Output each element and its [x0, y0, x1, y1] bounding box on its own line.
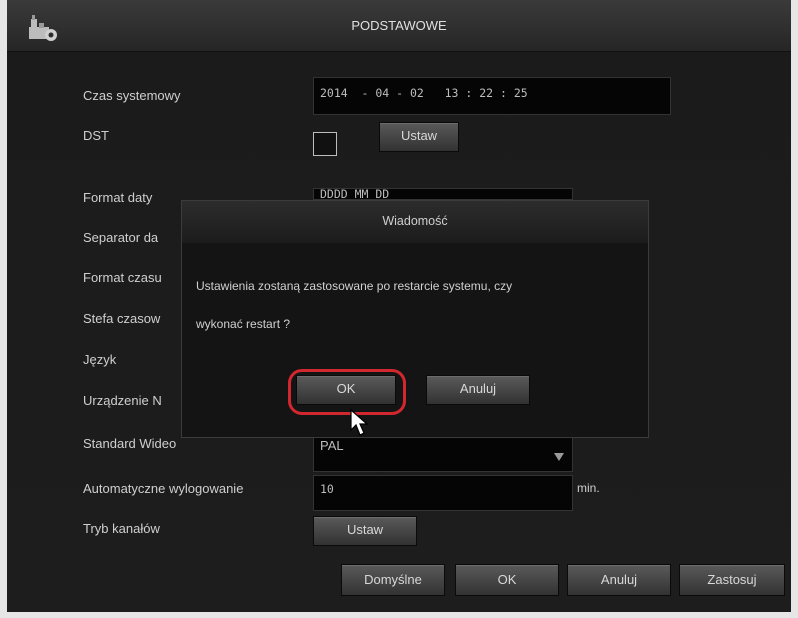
- apply-button[interactable]: Zastosuj: [679, 564, 785, 596]
- time-format-label: Format czasu: [83, 270, 162, 285]
- date-format-field[interactable]: DDDD MM DD: [313, 188, 573, 200]
- settings-window: PODSTAWOWE Czas systemowy 2014 - 04 - 02…: [7, 0, 791, 612]
- defaults-button[interactable]: Domyślne: [341, 564, 445, 596]
- dst-set-button[interactable]: Ustaw: [379, 122, 459, 152]
- screen-frame: PODSTAWOWE Czas systemowy 2014 - 04 - 02…: [0, 0, 798, 618]
- video-standard-select[interactable]: PAL: [313, 434, 573, 472]
- dialog-cancel-button[interactable]: Anuluj: [426, 375, 530, 405]
- dialog-header: Wiadomość: [182, 201, 648, 243]
- ok-button[interactable]: OK: [455, 564, 559, 596]
- dst-checkbox[interactable]: [313, 132, 337, 156]
- dst-label: DST: [83, 128, 109, 143]
- dialog-title: Wiadomość: [382, 214, 448, 228]
- channel-mode-set-button[interactable]: Ustaw: [313, 516, 417, 546]
- device-label: Urządzenie N: [83, 393, 162, 408]
- mouse-pointer-icon: [350, 408, 369, 436]
- message-dialog: Wiadomość Ustawienia zostaną zastosowane…: [181, 200, 649, 438]
- auto-logout-field[interactable]: 10: [313, 475, 573, 511]
- title-bar: PODSTAWOWE: [7, 0, 791, 52]
- dialog-message: Ustawienia zostaną zastosowane po restar…: [196, 267, 636, 343]
- language-label: Język: [83, 352, 117, 367]
- cancel-button[interactable]: Anuluj: [567, 564, 671, 596]
- auto-logout-unit: min.: [577, 481, 600, 495]
- auto-logout-label: Automatyczne wylogowanie: [83, 481, 244, 496]
- channel-mode-label: Tryb kanałów: [83, 521, 160, 536]
- system-time-label: Czas systemowy: [83, 88, 181, 103]
- window-title: PODSTAWOWE: [351, 18, 447, 33]
- dialog-message-line-1: Ustawienia zostaną zastosowane po restar…: [196, 279, 513, 293]
- dialog-message-line-2: wykonać restart ?: [196, 317, 291, 331]
- system-time-field[interactable]: 2014 - 04 - 02 13 : 22 : 25: [313, 77, 671, 115]
- timezone-label: Stefa czasow: [83, 311, 161, 326]
- date-separator-label: Separator da: [83, 230, 159, 245]
- video-standard-label: Standard Wideo: [83, 436, 177, 451]
- chevron-down-icon: [554, 453, 564, 461]
- video-standard-value: PAL: [320, 438, 344, 453]
- ok-highlight-circle: [288, 369, 406, 415]
- date-format-label: Format daty: [83, 190, 153, 205]
